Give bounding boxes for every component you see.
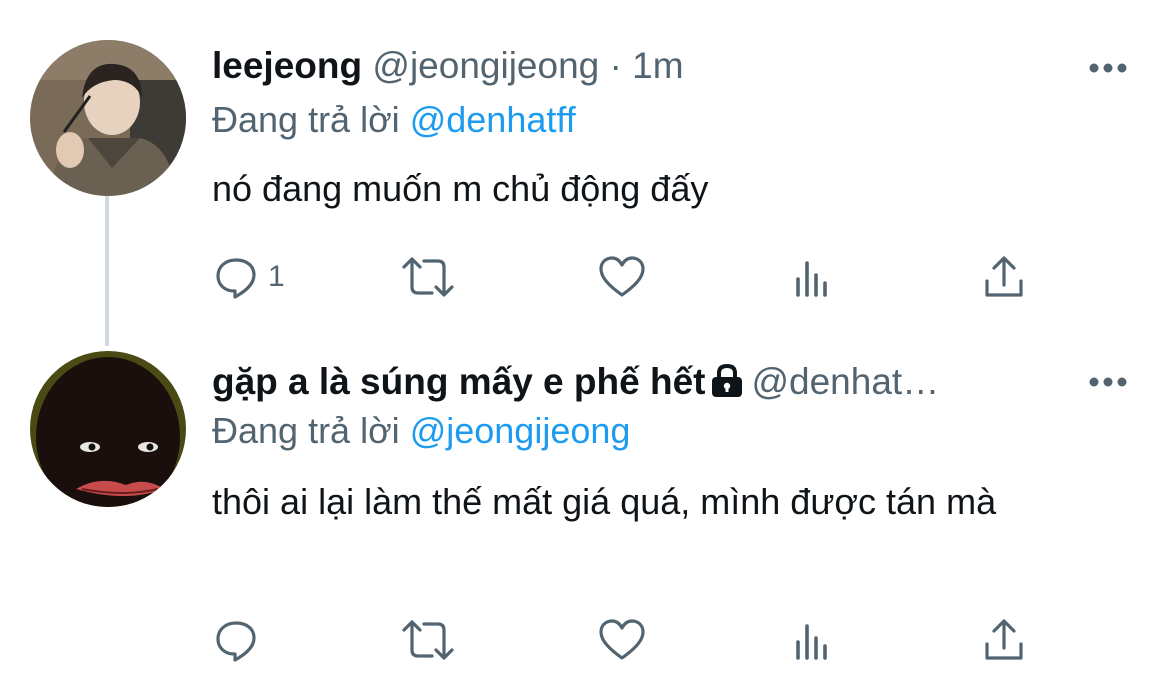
share-icon xyxy=(985,256,1023,297)
replying-to: Đang trả lời @denhatff xyxy=(212,98,576,142)
like-icon xyxy=(599,619,645,660)
tweet-2[interactable]: gặp a là súng mấy e phế hết @denhat… Đang… xyxy=(0,340,1170,684)
tweet-text: nó đang muốn m chủ động đấy xyxy=(212,168,709,209)
more-options-button[interactable] xyxy=(1086,58,1130,78)
analytics-icon xyxy=(796,261,827,297)
tweet-header: leejeong @jeongijeong · 1m xyxy=(212,44,1072,88)
replying-to: Đang trả lời @jeongijeong xyxy=(212,409,630,453)
avatar[interactable] xyxy=(30,351,186,507)
analytics-button[interactable] xyxy=(792,615,832,665)
retweet-button[interactable] xyxy=(400,615,456,665)
action-bar: 1 xyxy=(212,252,1032,302)
like-icon xyxy=(599,256,645,297)
replying-to-mention[interactable]: @denhatff xyxy=(410,99,576,140)
reply-icon xyxy=(216,258,256,299)
dark-face-avatar-icon xyxy=(30,351,186,507)
tweet-header: gặp a là súng mấy e phế hết @denhat… xyxy=(212,360,1072,404)
replying-to-mention[interactable]: @jeongijeong xyxy=(410,410,631,451)
more-options-button[interactable] xyxy=(1086,372,1130,392)
share-button[interactable] xyxy=(982,615,1026,665)
user-photo-avatar-icon xyxy=(30,40,186,196)
reply-icon xyxy=(216,621,256,662)
display-name[interactable]: gặp a là súng mấy e phế hết xyxy=(212,361,705,402)
timestamp[interactable]: 1m xyxy=(632,45,683,86)
tweet-text: thôi ai lại làm thế mất giá quá, mình đư… xyxy=(212,481,997,522)
share-icon xyxy=(985,619,1023,660)
analytics-icon xyxy=(796,624,827,660)
user-handle[interactable]: @jeongijeong xyxy=(372,45,599,86)
display-name[interactable]: leejeong xyxy=(212,45,362,86)
share-button[interactable] xyxy=(982,252,1026,302)
more-dots-icon xyxy=(1089,63,1127,73)
reply-button[interactable] xyxy=(214,615,268,665)
replying-prefix: Đang trả lời xyxy=(212,99,400,140)
user-handle[interactable]: @denhat… xyxy=(751,361,939,402)
retweet-icon xyxy=(402,620,454,660)
retweet-button[interactable] xyxy=(400,252,456,302)
tweet-1[interactable]: leejeong @jeongijeong · 1m Đang trả lời … xyxy=(0,0,1170,340)
like-button[interactable] xyxy=(598,252,646,302)
lock-icon xyxy=(709,363,745,404)
more-dots-icon xyxy=(1089,377,1127,387)
reply-button[interactable]: 1 xyxy=(214,252,285,302)
retweet-icon xyxy=(402,257,454,297)
replying-prefix: Đang trả lời xyxy=(212,410,400,451)
reply-count: 1 xyxy=(268,260,285,293)
like-button[interactable] xyxy=(598,615,646,665)
analytics-button[interactable] xyxy=(792,252,832,302)
action-bar xyxy=(212,615,1032,665)
thread-connector-line xyxy=(105,196,109,346)
avatar[interactable] xyxy=(30,40,186,196)
separator-dot: · xyxy=(609,45,622,86)
